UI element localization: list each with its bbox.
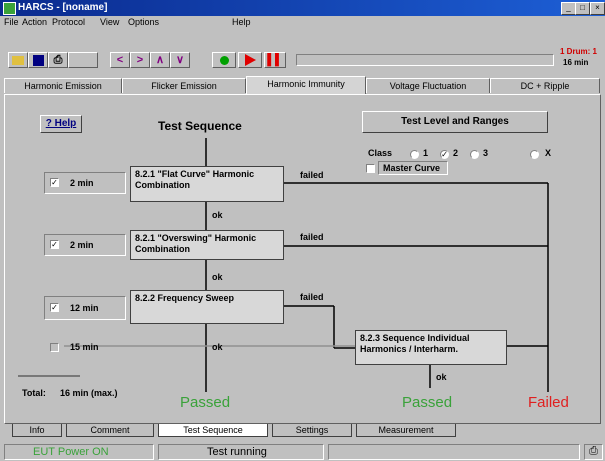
- step-ok-label: ok: [212, 342, 223, 352]
- class-x-radio[interactable]: [530, 150, 539, 159]
- total-label: Total:: [22, 388, 46, 398]
- help-label: ? Help: [45, 118, 77, 129]
- help-button[interactable]: ? Help: [40, 115, 82, 133]
- failed-label: Failed: [528, 394, 569, 411]
- class-1-label: 1: [423, 148, 429, 158]
- sequence-step-box[interactable]: 8.2.1 "Flat Curve" Harmonic Combination: [130, 166, 284, 202]
- total-value: 16 min (max.): [60, 388, 118, 398]
- class-2-radio[interactable]: ✓: [440, 150, 449, 159]
- sequence-step-box[interactable]: 8.2.3 Sequence Individual Harmonics / In…: [355, 330, 507, 365]
- master-curve-label: Master Curve: [378, 161, 448, 175]
- step-time-label: 2 min: [70, 178, 94, 188]
- printer-status-icon: ⎙: [584, 444, 603, 460]
- step-ok-label: ok: [436, 372, 447, 382]
- step-time-label: 2 min: [70, 240, 94, 250]
- step-checkbox[interactable]: [50, 343, 59, 352]
- test-state: Test running: [158, 444, 324, 460]
- status-bar: EUT Power ON Test running ⎙: [0, 443, 605, 461]
- class-label: Class: [368, 148, 393, 158]
- passed-label: Passed: [180, 394, 231, 411]
- class-3-label: 3: [483, 148, 489, 158]
- step-checkbox[interactable]: ✓: [50, 303, 59, 312]
- sequence-step-box[interactable]: 8.2.1 "Overswing" Harmonic Combination: [130, 230, 284, 260]
- step-ok-label: ok: [212, 210, 223, 220]
- status-empty-field: [328, 444, 580, 460]
- class-2-label: 2: [453, 148, 459, 158]
- step-ok-label: ok: [212, 272, 223, 282]
- step-failed-label: failed: [300, 232, 324, 242]
- class-1-radio[interactable]: [410, 150, 419, 159]
- class-3-radio[interactable]: [470, 150, 479, 159]
- tab-info[interactable]: Info: [12, 424, 62, 437]
- step-failed-label: failed: [300, 292, 324, 302]
- step-failed-label: failed: [300, 170, 324, 180]
- sequence-title: Test Sequence: [158, 119, 242, 133]
- class-x-label: X: [545, 148, 552, 158]
- bottom-tab-bar: Info Comment Test Sequence Settings Meas…: [4, 424, 604, 438]
- sequence-step-box[interactable]: 8.2.2 Frequency Sweep: [130, 290, 284, 324]
- step-time-label: 12 min: [70, 303, 99, 313]
- tab-measurement[interactable]: Measurement: [356, 424, 456, 437]
- tab-comment[interactable]: Comment: [66, 424, 154, 437]
- master-curve-checkbox[interactable]: [366, 164, 375, 173]
- eut-status: EUT Power ON: [4, 444, 154, 460]
- tab-settings[interactable]: Settings: [272, 424, 352, 437]
- step-checkbox[interactable]: ✓: [50, 178, 59, 187]
- passed-label-2: Passed: [402, 394, 453, 411]
- step-time-label: 15 min: [70, 342, 99, 352]
- test-level-button[interactable]: Test Level and Ranges: [362, 111, 548, 133]
- step-checkbox[interactable]: ✓: [50, 240, 59, 249]
- tab-test-sequence[interactable]: Test Sequence: [158, 424, 268, 437]
